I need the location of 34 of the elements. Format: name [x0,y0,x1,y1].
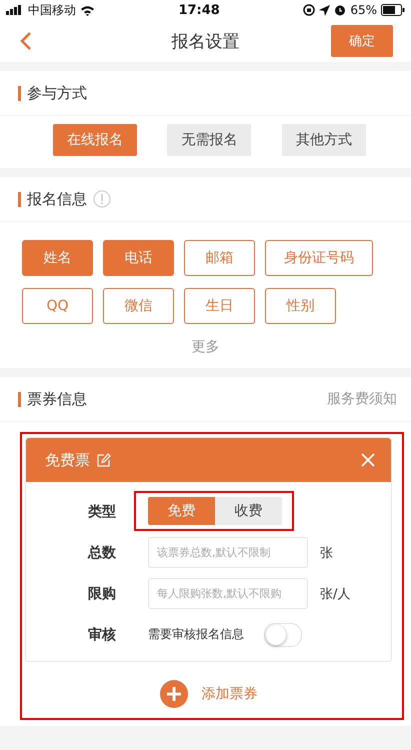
option-button[interactable]: 其他方式 [282,124,366,156]
review-text: 需要审核报名信息 [148,626,244,643]
field-tag[interactable]: 性别 [265,288,336,324]
section-title: 参与方式 [27,84,87,102]
field-label: 限购 [88,584,117,602]
field-tag[interactable]: 生日 [184,288,255,324]
field-tag[interactable]: 微信 [103,288,174,324]
field-label: 总数 [88,544,117,562]
input-field[interactable]: 该票券总数,默认不限制 [148,537,308,568]
field-tag[interactable]: 身份证号码 [265,240,373,276]
unit-label: 张 [320,544,333,562]
carrier-name: 中国移动 [28,2,76,18]
more-link[interactable]: 更多 [186,324,226,368]
confirm-button[interactable]: 确定 [331,25,393,57]
section-title: 报名信息 [27,190,87,208]
option-button[interactable]: 在线报名 [53,124,138,156]
option-button[interactable]: 无需报名 [167,124,252,156]
add-ticket-link[interactable]: 添加票券 [202,685,258,703]
type-option[interactable]: 收费 [215,496,282,524]
battery-percent: 65% [350,3,377,17]
section-title: 票券信息 [27,390,87,408]
type-option[interactable]: 免费 [148,496,215,524]
page-title: 报名设置 [170,30,240,52]
field-tag[interactable]: QQ [22,288,93,324]
ticket-name: 免费票 [45,450,90,470]
unit-label: 张/人 [320,586,350,602]
input-field[interactable]: 每人限购张数,默认不限购 [148,578,308,609]
service-fee-link[interactable]: 服务费须知 [327,390,397,408]
field-tag[interactable]: 姓名 [22,240,93,276]
field-tag[interactable]: 电话 [103,240,174,276]
field-label: 审核 [88,626,117,644]
field-tag[interactable]: 邮箱 [184,240,255,276]
field-label: 类型 [88,502,117,520]
clock-time: 17:48 [178,2,220,18]
